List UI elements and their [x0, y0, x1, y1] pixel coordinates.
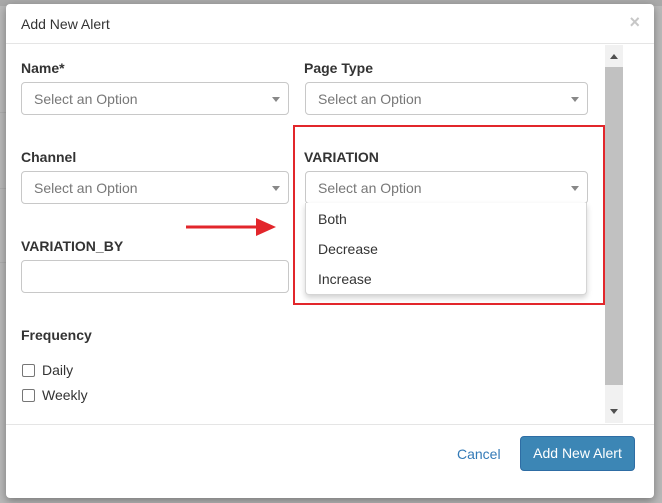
- annotation-arrow-icon: [186, 218, 276, 236]
- daily-checkbox[interactable]: [22, 363, 35, 377]
- weekly-checkbox[interactable]: [22, 388, 35, 402]
- scrollbar-thumb[interactable]: [605, 67, 623, 385]
- annotation-highlight-box: [293, 125, 605, 305]
- page-type-label: Page Type: [304, 60, 373, 76]
- scroll-up-icon[interactable]: [610, 54, 618, 59]
- add-new-alert-button[interactable]: Add New Alert: [520, 436, 635, 471]
- name-label: Name*: [21, 60, 65, 76]
- close-icon[interactable]: ×: [629, 13, 640, 31]
- scroll-down-icon[interactable]: [610, 409, 618, 414]
- add-alert-modal: Add New Alert × Name* Select an Option P…: [6, 4, 654, 498]
- daily-label: Daily: [42, 362, 74, 378]
- modal-footer: Cancel Add New Alert: [6, 424, 654, 498]
- name-select[interactable]: Select an Option: [21, 82, 289, 115]
- variation-by-input[interactable]: [21, 260, 289, 293]
- chevron-down-icon: [571, 97, 579, 102]
- channel-select[interactable]: Select an Option: [21, 171, 289, 204]
- channel-select-placeholder: Select an Option: [34, 180, 138, 196]
- weekly-label: Weekly: [42, 387, 88, 403]
- modal-title: Add New Alert: [21, 16, 110, 32]
- chevron-down-icon: [272, 97, 280, 102]
- channel-label: Channel: [21, 149, 77, 165]
- name-select-placeholder: Select an Option: [34, 91, 138, 107]
- frequency-daily-option[interactable]: Daily: [22, 362, 73, 378]
- chevron-down-icon: [272, 186, 280, 191]
- modal-scrollbar[interactable]: [605, 45, 623, 423]
- page-type-select[interactable]: Select an Option: [305, 82, 588, 115]
- modal-body: Name* Select an Option Page Type Select …: [6, 45, 654, 423]
- page-type-select-placeholder: Select an Option: [318, 91, 422, 107]
- variation-by-label: VARIATION_BY: [21, 238, 124, 254]
- frequency-weekly-option[interactable]: Weekly: [22, 387, 88, 403]
- frequency-label: Frequency: [21, 327, 92, 343]
- modal-header: Add New Alert ×: [6, 4, 654, 44]
- cancel-button[interactable]: Cancel: [457, 446, 501, 462]
